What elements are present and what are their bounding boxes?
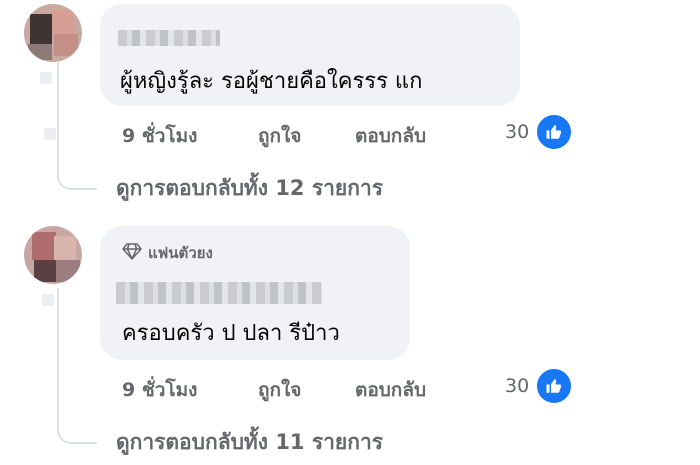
- avatar[interactable]: [24, 4, 82, 62]
- top-fan-badge[interactable]: แฟนตัวยง: [122, 241, 213, 265]
- view-replies-link[interactable]: ดูการตอบกลับทั้ง 11 รายการ: [116, 426, 383, 459]
- reply-button[interactable]: ตอบกลับ: [355, 375, 426, 405]
- thumbs-up-icon[interactable]: [535, 367, 573, 405]
- view-replies-link[interactable]: ดูการตอบกลับทั้ง 12 รายการ: [116, 172, 383, 205]
- diamond-icon: [122, 242, 142, 264]
- timestamp-link[interactable]: 9 ชั่วโมง: [122, 375, 197, 405]
- reply-button[interactable]: ตอบกลับ: [355, 121, 426, 151]
- thumbs-up-icon[interactable]: [535, 113, 573, 151]
- thread-elbow-1: [57, 166, 97, 190]
- badge-label: แฟนตัวยง: [148, 244, 213, 262]
- reaction-count[interactable]: 30: [505, 375, 529, 397]
- thread-line-2: [57, 288, 59, 422]
- reaction-count[interactable]: 30: [505, 121, 529, 143]
- comment-text: ผู้หญิงรู้ละ รอผู้ชายคือใครรร แก: [120, 69, 423, 94]
- like-button[interactable]: ถูกใจ: [258, 121, 301, 151]
- author-name-redacted[interactable]: [118, 30, 220, 46]
- comment-text: ครอบครัว ป ปลา รีป๋าว: [122, 321, 340, 346]
- blur-artifact: [40, 72, 52, 84]
- timestamp-link[interactable]: 9 ชั่วโมง: [122, 121, 197, 151]
- avatar[interactable]: [24, 226, 82, 284]
- comment-bubble: แฟนตัวยง ครอบครัว ป ปลา รีป๋าว: [100, 226, 410, 360]
- comment-bubble: ผู้หญิงรู้ละ รอผู้ชายคือใครรร แก: [100, 4, 520, 106]
- author-name-redacted[interactable]: [116, 282, 322, 304]
- thread-elbow-2: [57, 420, 97, 444]
- blur-artifact: [44, 128, 56, 140]
- thread-line-1: [57, 62, 59, 172]
- like-button[interactable]: ถูกใจ: [258, 375, 301, 405]
- blur-artifact: [42, 294, 54, 306]
